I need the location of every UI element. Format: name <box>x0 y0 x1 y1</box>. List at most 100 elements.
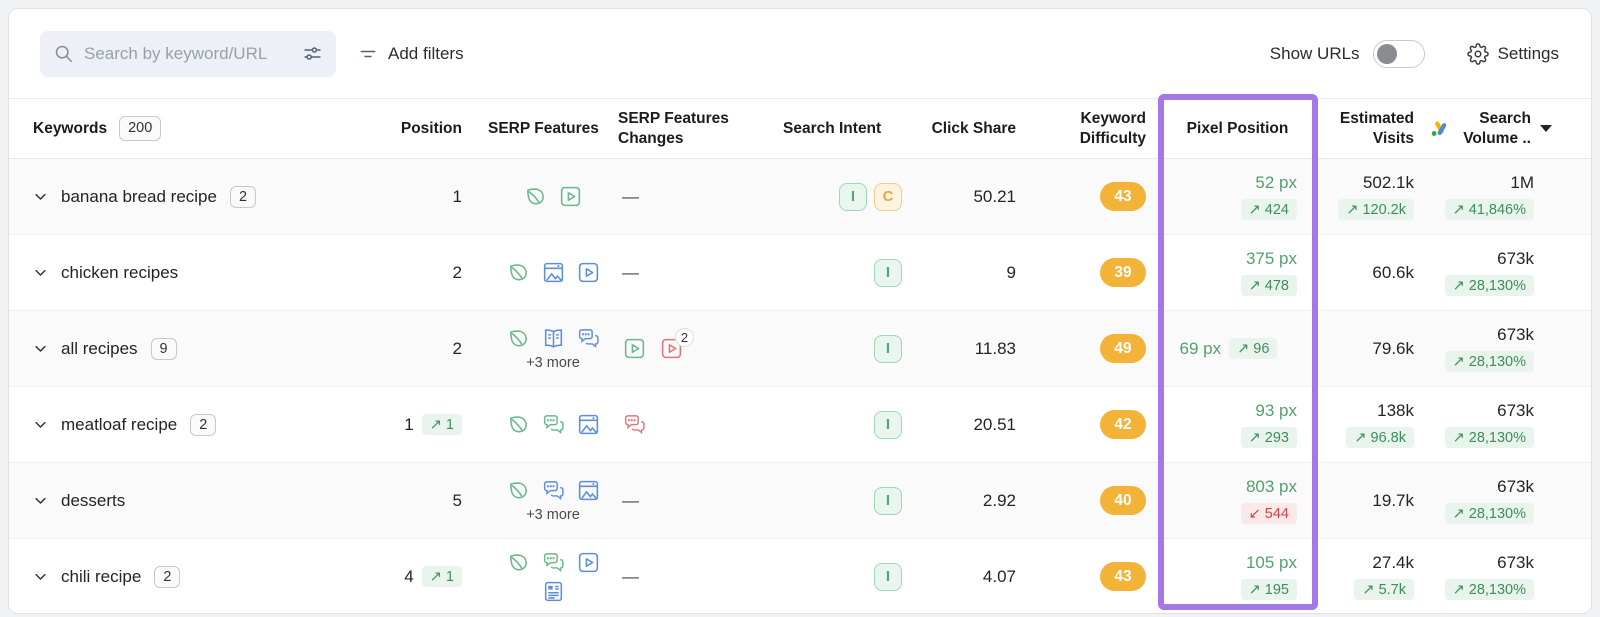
search-input[interactable] <box>84 43 292 64</box>
leaf-icon <box>523 184 548 209</box>
estimated-visits-cell: 27.4k ↗ 5.7k <box>1315 553 1430 600</box>
col-header-estimated-visits[interactable]: Estimated Visits <box>1315 109 1430 148</box>
serp-changes-cell: — <box>618 491 783 511</box>
serp-more-link[interactable]: +3 more <box>526 507 580 523</box>
tune-icon[interactable] <box>302 43 323 64</box>
serp-changes-cell <box>618 412 783 437</box>
serp-more-link[interactable]: +3 more <box>526 355 580 371</box>
estimated-visits-cell: 138k ↗ 96.8k <box>1315 401 1430 448</box>
chevron-down-icon[interactable] <box>33 569 48 584</box>
click-share-value: 4.07 <box>982 566 1016 586</box>
video-icon <box>576 260 601 285</box>
video-icon: 2 <box>659 328 694 361</box>
estimated-visits-cell: 60.6k <box>1315 263 1430 283</box>
no-change-dash: — <box>622 186 639 206</box>
table-row: meatloaf recipe 2 1 ↗ 1 I 20.51 42 93 px … <box>9 387 1591 463</box>
serp-features-cell <box>492 412 614 437</box>
table-row: chili recipe 2 4 ↗ 1 — I 4.07 43 105 px ↗… <box>9 539 1591 613</box>
keyword-label[interactable]: all recipes <box>61 339 138 359</box>
estimated-visits-value: 27.4k <box>1372 553 1414 572</box>
keyword-label[interactable]: meatloaf recipe <box>61 415 177 435</box>
search-volume-cell: 673k ↗ 28,130% <box>1430 553 1560 600</box>
settings-label: Settings <box>1497 43 1559 63</box>
settings-button[interactable]: Settings <box>1466 42 1559 65</box>
snippet-icon <box>541 579 566 604</box>
search-volume-change-badge: ↗ 28,130% <box>1444 275 1534 296</box>
chevron-down-icon[interactable] <box>33 341 48 356</box>
add-filters-button[interactable]: Add filters <box>358 44 464 64</box>
search-volume-cell: 673k ↗ 28,130% <box>1430 477 1560 524</box>
search-intent-cell: IC <box>783 182 908 211</box>
col-header-position[interactable]: Position <box>393 119 488 138</box>
serp-changes-cell: — <box>618 187 783 207</box>
keyword-cell: desserts <box>33 491 393 511</box>
intent-badge-i: I <box>874 410 902 439</box>
search-intent-cell: I <box>783 410 908 439</box>
col-header-search-volume[interactable]: Search Volume .. <box>1430 109 1560 148</box>
table-header-row: Keywords 200 Position SERP Features SERP… <box>9 99 1591 159</box>
leaf-icon <box>506 550 531 575</box>
keyword-label[interactable]: banana bread recipe <box>61 187 217 207</box>
click-share-value: 9 <box>1006 262 1016 282</box>
keyword-difficulty-cell: 49 <box>1028 334 1160 363</box>
col-header-serp-changes[interactable]: SERP Features Changes <box>618 109 743 148</box>
keyword-difficulty-cell: 42 <box>1028 410 1160 439</box>
position-cell: 5 <box>393 491 488 511</box>
keyword-count-badge: 2 <box>154 565 181 588</box>
pixel-position-cell: 69 px ↗ 96 <box>1160 338 1315 359</box>
image-icon <box>576 478 601 503</box>
keyword-label[interactable]: desserts <box>61 491 125 511</box>
chevron-down-icon[interactable] <box>33 493 48 508</box>
leaf-icon <box>506 260 531 285</box>
estimated-visits-cell: 19.7k <box>1315 491 1430 511</box>
estimated-visits-cell: 79.6k <box>1315 339 1430 359</box>
table-row: chicken recipes 2 — I 9 39 375 px ↗ 478 6… <box>9 235 1591 311</box>
book-icon <box>541 326 566 351</box>
keywords-table: Keywords 200 Position SERP Features SERP… <box>9 99 1591 613</box>
keywords-count-badge: 200 <box>119 116 162 141</box>
search-volume-change-badge: ↗ 28,130% <box>1444 579 1534 600</box>
toggle-knob <box>1376 43 1397 64</box>
pixel-position-value: 803 px <box>1245 477 1297 496</box>
chevron-down-icon[interactable] <box>33 265 48 280</box>
position-cell: 2 <box>393 339 488 359</box>
keyword-difficulty-cell: 43 <box>1028 182 1160 211</box>
serp-features-cell <box>492 184 614 209</box>
change-count-badge: 2 <box>675 328 694 347</box>
search-intent-cell: I <box>783 258 908 287</box>
pixel-position-value: 105 px <box>1245 553 1297 572</box>
col-header-serp-features[interactable]: SERP Features <box>488 119 618 138</box>
keyword-cell: banana bread recipe 2 <box>33 185 393 208</box>
position-change-badge: ↗ 1 <box>421 566 462 587</box>
table-body: banana bread recipe 2 1 — IC 50.21 43 52… <box>9 159 1591 613</box>
pixel-position-cell: 105 px ↗ 195 <box>1160 553 1315 600</box>
position-value: 4 <box>404 566 414 586</box>
filter-icon <box>358 44 378 64</box>
intent-badge-i: I <box>874 334 902 363</box>
position-value: 2 <box>452 338 462 358</box>
pixel-position-cell: 375 px ↗ 478 <box>1160 249 1315 296</box>
col-header-pixel-position[interactable]: Pixel Position <box>1160 119 1315 138</box>
search-volume-change-badge: ↗ 41,846% <box>1444 199 1534 220</box>
image-icon <box>541 260 566 285</box>
position-value: 1 <box>452 186 462 206</box>
search-volume-change-badge: ↗ 28,130% <box>1444 503 1534 524</box>
col-header-click-share[interactable]: Click Share <box>908 119 1028 138</box>
keyword-label[interactable]: chicken recipes <box>61 263 178 283</box>
col-header-keyword-difficulty[interactable]: Keyword Difficulty <box>1028 109 1160 148</box>
col-header-keywords[interactable]: Keywords 200 <box>33 116 393 141</box>
pixel-position-change-badge: ↙ 544 <box>1240 503 1297 524</box>
no-change-dash: — <box>622 262 639 282</box>
estimated-visits-change-badge: ↗ 120.2k <box>1338 199 1414 220</box>
search-volume-value: 673k <box>1497 325 1534 344</box>
position-change-badge: ↗ 1 <box>421 414 462 435</box>
search-box[interactable] <box>40 30 336 77</box>
intent-badge-i: I <box>874 258 902 287</box>
chevron-down-icon[interactable] <box>33 189 48 204</box>
keyword-label[interactable]: chili recipe <box>61 567 141 587</box>
chevron-down-icon[interactable] <box>33 417 48 432</box>
estimated-visits-value: 19.7k <box>1372 490 1414 510</box>
search-volume-value: 673k <box>1497 401 1534 420</box>
col-header-search-intent[interactable]: Search Intent <box>783 119 908 138</box>
show-urls-toggle[interactable] <box>1372 39 1425 68</box>
